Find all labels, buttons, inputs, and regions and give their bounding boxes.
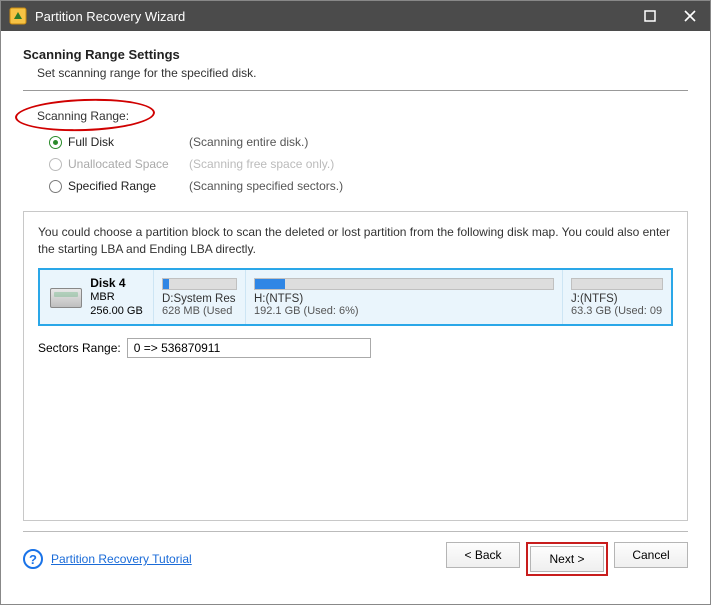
app-icon — [9, 7, 27, 25]
radio-label: Specified Range — [68, 179, 183, 193]
partition-size: 192.1 GB (Used: 6%) — [254, 305, 554, 317]
radio-icon — [49, 180, 62, 193]
partition-block-d[interactable]: D:System Res 628 MB (Used — [154, 270, 246, 324]
partition-size: 628 MB (Used — [162, 305, 237, 317]
disk-icon — [50, 288, 82, 308]
disk-map-row: Disk 4 MBR 256.00 GB D:System Res 628 MB… — [38, 268, 673, 326]
partition-block-h[interactable]: H:(NTFS) 192.1 GB (Used: 6%) — [246, 270, 563, 324]
sectors-range-label: Sectors Range: — [38, 341, 121, 355]
page-title: Scanning Range Settings — [23, 47, 688, 62]
radio-label: Full Disk — [68, 135, 183, 149]
sectors-range-input[interactable] — [127, 338, 371, 358]
radio-desc: (Scanning free space only.) — [189, 157, 334, 171]
disk-name: Disk 4 — [90, 276, 143, 291]
partition-label: D:System Res — [162, 293, 237, 305]
separator — [23, 90, 688, 91]
maximize-button[interactable] — [630, 1, 670, 31]
content-area: Scanning Range Settings Set scanning ran… — [1, 31, 710, 521]
partition-block-j[interactable]: J:(NTFS) 63.3 GB (Used: 09 — [563, 270, 671, 324]
disk-header-cell[interactable]: Disk 4 MBR 256.00 GB — [40, 270, 154, 324]
title-bar: Partition Recovery Wizard — [1, 1, 710, 31]
disk-size: 256.00 GB — [90, 305, 143, 319]
disk-type: MBR — [90, 291, 143, 305]
help-icon[interactable]: ? — [23, 549, 43, 569]
scanning-range-label: Scanning Range: — [37, 109, 129, 123]
radio-desc: (Scanning entire disk.) — [189, 135, 308, 149]
partition-label: J:(NTFS) — [571, 293, 663, 305]
back-button[interactable]: < Back — [446, 542, 520, 568]
page-subtitle: Set scanning range for the specified dis… — [37, 66, 688, 80]
footer: ? Partition Recovery Tutorial < Back Nex… — [1, 532, 710, 590]
radio-full-disk[interactable]: Full Disk (Scanning entire disk.) — [49, 131, 688, 153]
next-highlight: Next > — [526, 542, 608, 576]
window-title: Partition Recovery Wizard — [35, 9, 630, 24]
radio-icon — [49, 158, 62, 171]
radio-specified-range[interactable]: Specified Range (Scanning specified sect… — [49, 175, 688, 197]
partition-size: 63.3 GB (Used: 09 — [571, 305, 663, 317]
radio-unallocated-space: Unallocated Space (Scanning free space o… — [49, 153, 688, 175]
radio-icon — [49, 136, 62, 149]
partition-label: H:(NTFS) — [254, 293, 554, 305]
tutorial-link[interactable]: Partition Recovery Tutorial — [51, 552, 192, 566]
disk-instruction: You could choose a partition block to sc… — [38, 224, 673, 258]
scanning-range-radio-group: Full Disk (Scanning entire disk.) Unallo… — [49, 131, 688, 197]
close-button[interactable] — [670, 1, 710, 31]
radio-label: Unallocated Space — [68, 157, 183, 171]
next-button[interactable]: Next > — [530, 546, 604, 572]
radio-desc: (Scanning specified sectors.) — [189, 179, 343, 193]
disk-panel: You could choose a partition block to sc… — [23, 211, 688, 521]
cancel-button[interactable]: Cancel — [614, 542, 688, 568]
